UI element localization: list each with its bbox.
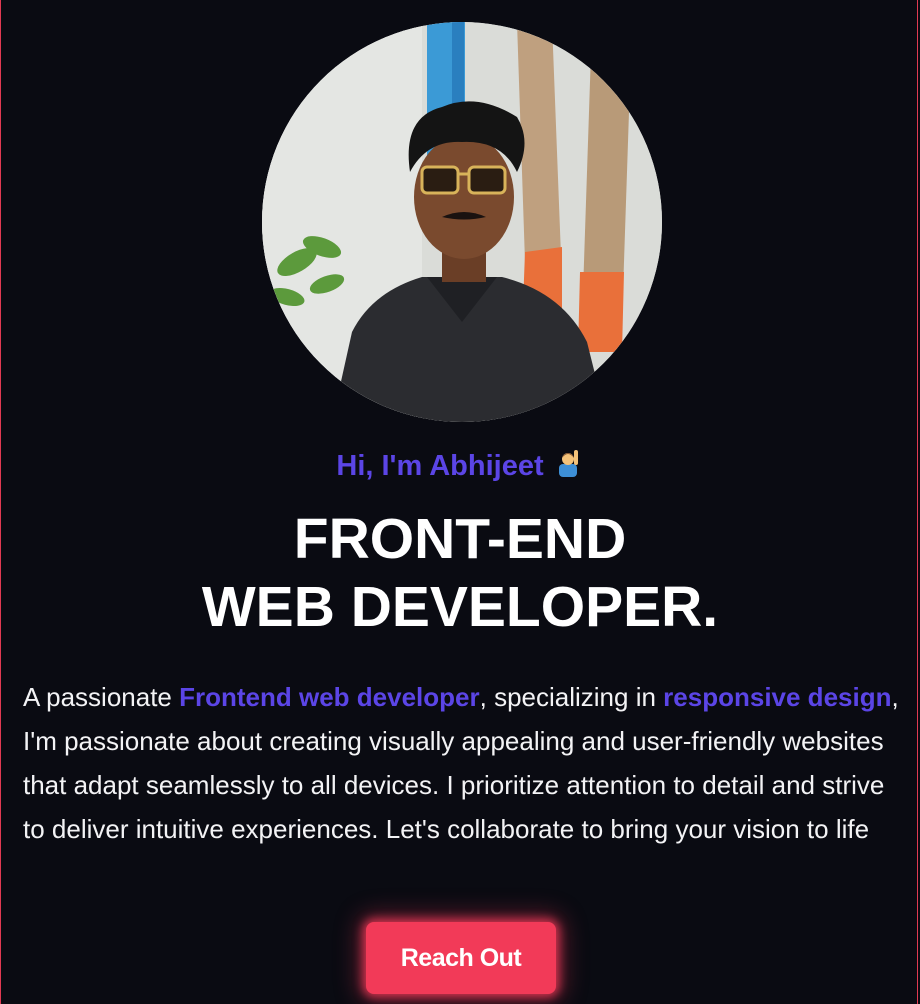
headline-line-1: FRONT-END	[293, 507, 627, 571]
greeting-text: Hi, I'm Abhijeet	[336, 450, 544, 482]
hero-section: Hi, I'm Abhijeet FRONT-END WEB DEVELOPER…	[0, 0, 918, 1004]
highlight-frontend: Frontend web developer	[179, 682, 480, 712]
person-raising-hand-icon	[552, 446, 584, 486]
profile-photo	[262, 22, 662, 422]
intro-paragraph: A passionate Frontend web developer, spe…	[23, 675, 903, 851]
highlight-responsive-design: responsive design	[663, 682, 892, 712]
intro-text-2: , specializing in	[479, 682, 664, 712]
intro-text-1: A passionate	[23, 682, 180, 712]
greeting: Hi, I'm Abhijeet	[1, 446, 917, 486]
page-title: FRONT-END WEB DEVELOPER.	[1, 505, 917, 641]
reach-out-button[interactable]: Reach Out	[366, 922, 556, 994]
profile-photo-illustration	[262, 22, 662, 422]
headline-line-2: WEB DEVELOPER.	[201, 575, 719, 639]
